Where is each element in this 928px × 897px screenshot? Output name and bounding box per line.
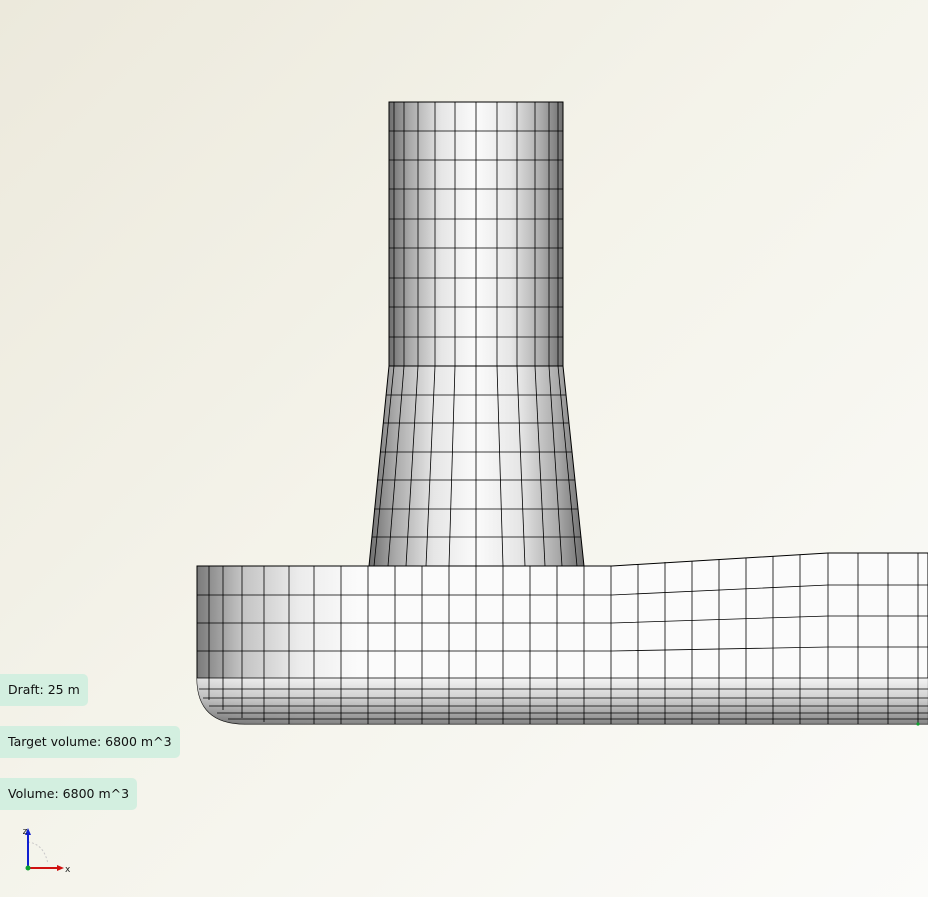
- axis-arc: [27, 841, 49, 865]
- upper-column: [388, 101, 564, 367]
- x-axis-arrow: [57, 865, 64, 871]
- draft-label: Draft: 25 m: [0, 674, 88, 706]
- conical-transition: [368, 365, 585, 567]
- 3d-viewport[interactable]: [0, 0, 928, 897]
- axis-origin: [25, 865, 31, 871]
- axes-triad-icon: z x: [23, 827, 71, 875]
- pontoon: [196, 552, 928, 726]
- hull-mesh-model[interactable]: [196, 101, 928, 726]
- x-axis-label: x: [65, 865, 71, 875]
- volume-label: Volume: 6800 m^3: [0, 778, 138, 810]
- z-axis-label: z: [23, 827, 28, 837]
- target-volume-label: Target volume: 6800 m^3: [0, 726, 180, 758]
